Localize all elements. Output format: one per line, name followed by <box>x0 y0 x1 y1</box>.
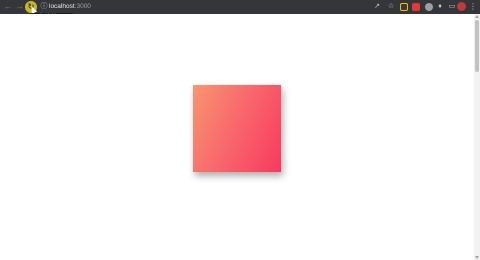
side-panel-icon[interactable]: ▭ <box>447 2 457 12</box>
kebab-menu-icon[interactable]: ⋮ <box>468 2 478 12</box>
scrollbar-thumb[interactable] <box>475 20 479 72</box>
address-bar[interactable]: localhost:3000 <box>49 2 91 12</box>
share-icon[interactable]: ↗ <box>372 2 382 12</box>
vertical-scrollbar[interactable] <box>474 14 480 260</box>
star-icon[interactable]: ☆ <box>386 2 396 12</box>
back-arrow-icon[interactable]: ← <box>3 2 13 12</box>
info-icon[interactable]: ⓘ <box>39 2 49 12</box>
scroll-down-arrow-icon[interactable] <box>475 256 479 259</box>
extension-red-icon[interactable] <box>411 2 421 12</box>
gradient-box <box>193 85 281 172</box>
url-host: localhost <box>49 3 75 10</box>
puzzle-icon[interactable]: ♦ <box>435 2 445 12</box>
url-port: :3000 <box>74 3 91 10</box>
profile-avatar[interactable] <box>457 2 466 11</box>
forward-arrow-icon[interactable]: → <box>15 2 25 12</box>
scroll-up-arrow-icon[interactable] <box>475 15 479 18</box>
extension-grey-icon[interactable] <box>424 2 434 12</box>
browser-toolbar: ← → ↻ ⓘ localhost:3000 ↗ ☆ ♦ ▭ ⋮ <box>0 0 480 14</box>
extension-dropper-icon[interactable] <box>399 2 409 12</box>
